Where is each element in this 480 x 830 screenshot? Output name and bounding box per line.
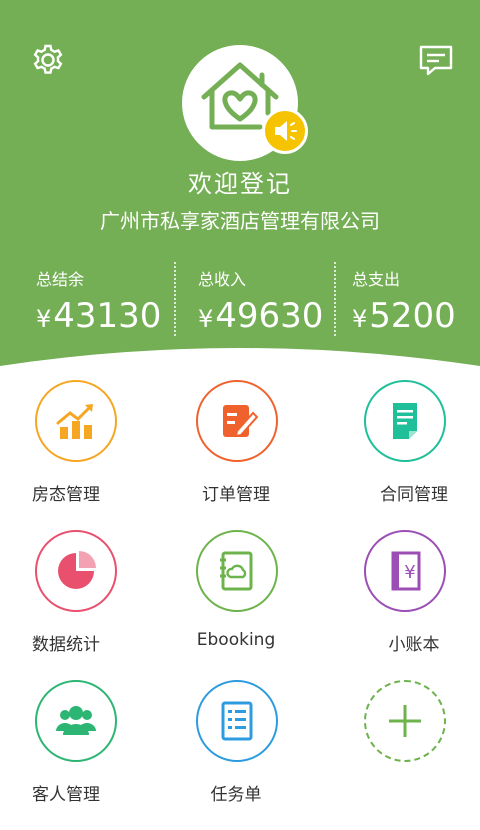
stat-balance[interactable]: 总结余 ¥43130 [36, 266, 161, 336]
grid-item-label: 客人管理 [32, 785, 100, 805]
welcome-title: 欢迎登记 [188, 170, 292, 198]
task-list-icon [196, 680, 278, 762]
add-icon [364, 680, 446, 762]
stat-value: ¥49630 [198, 296, 324, 336]
grid-item-label: 房态管理 [32, 485, 100, 505]
edit-document-icon [196, 380, 278, 462]
grid-item-label: 订单管理 [202, 485, 270, 505]
bar-chart-icon [35, 380, 117, 462]
contract-icon [364, 380, 446, 462]
stat-label: 总收入 [198, 270, 247, 289]
settings-gear-icon[interactable] [30, 42, 66, 78]
stat-label: 总支出 [352, 270, 401, 289]
guests-icon [35, 680, 117, 762]
stat-expense[interactable]: 总支出 ¥5200 [352, 266, 456, 336]
pie-chart-icon [35, 530, 117, 612]
stat-divider [334, 262, 336, 336]
ledger-icon: ¥ [364, 530, 446, 612]
company-name: 广州市私享家酒店管理有限公司 [100, 209, 380, 233]
stat-label: 总结余 [36, 270, 85, 289]
grid-item-tasks[interactable]: 任务单 [160, 680, 320, 830]
message-icon[interactable] [418, 42, 454, 78]
grid-item-label: 小账本 [388, 635, 440, 655]
grid-item-label: 数据统计 [32, 635, 100, 655]
stat-value: ¥5200 [352, 296, 456, 336]
grid-item-guests[interactable]: 客人管理 [0, 680, 160, 830]
grid-item-ledger[interactable]: ¥ 小账本 [320, 530, 480, 680]
grid-item-label: 合同管理 [380, 485, 448, 505]
stat-value: ¥43130 [36, 296, 162, 336]
grid-item-room-status[interactable]: 房态管理 [0, 380, 160, 530]
svg-text:¥: ¥ [404, 562, 415, 583]
grid-item-label: Ebooking [196, 630, 276, 650]
grid-item-statistics[interactable]: 数据统计 [0, 530, 160, 680]
speaker-icon[interactable] [262, 108, 308, 154]
stat-income[interactable]: 总收入 ¥49630 [198, 266, 323, 336]
cloud-book-icon [196, 530, 278, 612]
grid-item-orders[interactable]: 订单管理 [160, 380, 320, 530]
header-curve [0, 340, 480, 380]
grid-item-add[interactable] [320, 680, 480, 830]
stat-divider [174, 262, 176, 336]
grid-item-contracts[interactable]: 合同管理 [320, 380, 480, 530]
grid-item-ebooking[interactable]: Ebooking [160, 530, 320, 680]
grid-item-label: 任务单 [210, 785, 262, 805]
